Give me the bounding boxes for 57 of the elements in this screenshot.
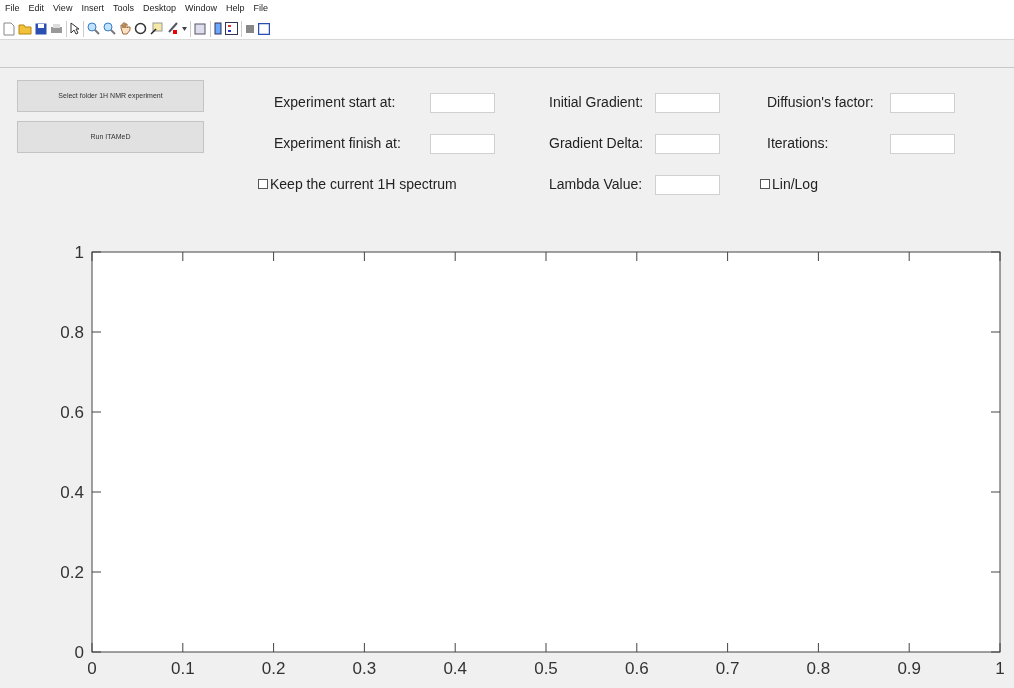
- y-tick-label: 1: [74, 243, 84, 262]
- legend-icon[interactable]: [225, 22, 238, 35]
- x-tick-label: 0: [87, 659, 97, 678]
- checkbox-label: Lin/Log: [772, 174, 818, 194]
- zoom-in-icon[interactable]: [87, 22, 100, 35]
- x-tick-label: 0.8: [806, 659, 831, 678]
- zoom-out-icon[interactable]: [103, 22, 116, 35]
- field-label: Experiment start at:: [273, 93, 397, 112]
- menu-item[interactable]: View: [53, 2, 73, 16]
- x-tick-label: 0.7: [715, 659, 740, 678]
- hand-icon[interactable]: [119, 22, 131, 35]
- input-field[interactable]: [655, 133, 720, 154]
- field-label: Experiment finish at:: [273, 134, 402, 153]
- colorbar-icon[interactable]: [214, 22, 222, 35]
- x-tick-label: 0.1: [171, 659, 195, 678]
- menu-item[interactable]: File: [253, 2, 268, 16]
- pointer-icon[interactable]: [70, 22, 80, 35]
- x-tick-label: 0.3: [352, 659, 377, 678]
- y-tick-label: 0.8: [60, 323, 84, 342]
- menu-item[interactable]: Window: [184, 2, 217, 16]
- y-tick-label: 0.2: [60, 563, 84, 582]
- checkbox-label: Keep the current 1H spectrum: [270, 174, 457, 194]
- menu-item[interactable]: Edit: [28, 2, 45, 16]
- x-tick-label: 0.4: [443, 659, 467, 678]
- field-label: Lambda Value:: [548, 175, 644, 194]
- field-label: Diffusion's factor:: [766, 93, 875, 112]
- input-field[interactable]: [890, 133, 955, 154]
- save-icon[interactable]: [35, 22, 47, 35]
- window-icon[interactable]: [258, 22, 270, 35]
- field-label: Gradient Delta:: [548, 134, 645, 153]
- menu-item[interactable]: File: [5, 2, 20, 16]
- input-field[interactable]: [430, 133, 495, 154]
- x-tick-label: 0.9: [897, 659, 921, 678]
- field-label: Iterations:: [766, 134, 830, 153]
- x-tick-label: 0.6: [625, 659, 649, 678]
- x-tick-label: 1: [995, 659, 1005, 678]
- field-label: Initial Gradient:: [548, 93, 645, 112]
- data-cursor-icon[interactable]: [150, 22, 163, 35]
- menu-item[interactable]: Desktop: [142, 2, 176, 16]
- y-tick-label: 0.4: [60, 483, 84, 502]
- x-tick-label: 0.2: [261, 659, 286, 678]
- checkbox[interactable]: [760, 179, 770, 189]
- menu-item[interactable]: Help: [225, 2, 245, 16]
- menu-item[interactable]: Insert: [81, 2, 104, 16]
- input-field[interactable]: [430, 92, 495, 113]
- y-tick-label: 0.6: [60, 403, 84, 422]
- new-file-icon[interactable]: [3, 21, 15, 36]
- square-icon[interactable]: [245, 23, 255, 34]
- menu-item[interactable]: Tools: [112, 2, 134, 16]
- input-field[interactable]: [655, 174, 720, 195]
- caret-icon[interactable]: [182, 26, 187, 31]
- input-field[interactable]: [890, 92, 955, 113]
- input-field[interactable]: [655, 92, 720, 113]
- checkbox[interactable]: [258, 179, 268, 189]
- brush-icon[interactable]: [166, 22, 179, 35]
- x-tick-label: 0.5: [534, 659, 558, 678]
- y-tick-label: 0: [74, 643, 84, 662]
